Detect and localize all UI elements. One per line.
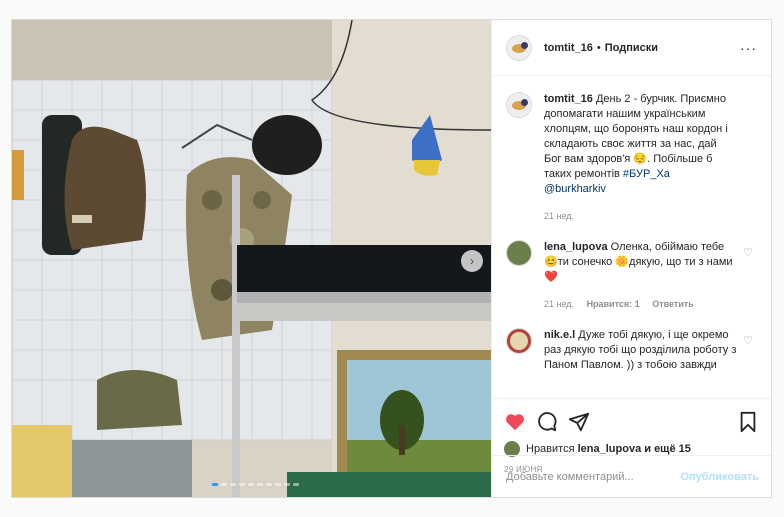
separator: • <box>596 41 601 54</box>
comment-username[interactable]: nik.e.l <box>544 329 575 341</box>
avatar[interactable] <box>506 92 532 118</box>
bird-head <box>521 99 528 106</box>
carousel-dot <box>248 483 254 486</box>
comment-input[interactable] <box>504 469 681 484</box>
likes-user[interactable]: lena_lupova <box>578 443 642 455</box>
carousel-dot <box>212 483 218 486</box>
chevron-right-icon: › <box>470 254 474 268</box>
comment-icon[interactable] <box>536 411 558 433</box>
caption: tomtit_16 День 2 - бурчик. Приємно допом… <box>506 92 757 224</box>
caption-meta: 21 нед. <box>544 209 737 224</box>
author-username[interactable]: tomtit_16 <box>544 42 593 54</box>
comment-like-icon[interactable]: ♡ <box>743 334 753 349</box>
carousel-next-button[interactable]: › <box>461 250 483 272</box>
bookmark-icon[interactable] <box>737 411 759 433</box>
carousel-dot <box>257 483 263 486</box>
carousel-dot <box>239 483 245 486</box>
post-header: tomtit_16 • Подписки ··· <box>492 20 771 76</box>
comment-time[interactable]: 21 нед. <box>544 299 574 309</box>
avatar[interactable] <box>506 328 532 354</box>
reply-button[interactable]: Ответить <box>652 299 694 309</box>
mention-link[interactable]: @burkharkiv <box>544 183 606 195</box>
post-card: › tomtit_16 • Подписки ··· tomtit_16 Ден… <box>11 19 772 498</box>
caption-username[interactable]: tomtit_16 <box>544 93 593 105</box>
caption-text: День 2 - бурчик. Приємно допомагати наши… <box>544 93 728 180</box>
post-sidebar: tomtit_16 • Подписки ··· tomtit_16 День … <box>491 20 771 497</box>
avatar[interactable] <box>506 34 532 61</box>
following-button[interactable]: Подписки <box>605 42 658 54</box>
post-photo[interactable]: › <box>12 20 491 497</box>
carousel-dot <box>266 483 272 486</box>
add-comment-bar: Опубликовать <box>492 455 771 497</box>
caption-time[interactable]: 21 нед. <box>544 211 574 221</box>
likes-prefix: Нравится <box>526 443 575 455</box>
comment-item: nik.e.l Дуже тобі дякую, і ще окремо раз… <box>506 328 757 373</box>
caption-body: tomtit_16 День 2 - бурчик. Приємно допом… <box>544 92 757 224</box>
comment-item: lena_lupova Оленка, обіймаю тебе😊ти соне… <box>506 240 757 312</box>
action-icons <box>504 407 759 437</box>
carousel-dot <box>230 483 236 486</box>
comment-like-icon[interactable]: ♡ <box>743 246 753 261</box>
publish-button[interactable]: Опубликовать <box>680 471 759 483</box>
carousel-dot <box>275 483 281 486</box>
share-icon[interactable] <box>568 411 590 433</box>
comments-list: tomtit_16 День 2 - бурчик. Приємно допом… <box>492 76 771 398</box>
bird-head <box>521 41 528 49</box>
more-icon[interactable]: ··· <box>740 40 757 56</box>
comment-username[interactable]: lena_lupova <box>544 241 608 253</box>
comment-likes[interactable]: Нравится: 1 <box>587 299 640 309</box>
carousel-indicator <box>212 483 299 486</box>
comment-body: lena_lupova Оленка, обіймаю тебе😊ти соне… <box>544 240 757 312</box>
carousel-dot <box>293 483 299 486</box>
heart-icon[interactable] <box>504 411 526 433</box>
photo-illustration <box>12 20 491 497</box>
carousel-dot <box>221 483 227 486</box>
hashtag-link[interactable]: #БУР_Ха <box>623 168 670 180</box>
comment-meta: 21 нед. Нравится: 1 Ответить <box>544 297 737 312</box>
avatar-inner <box>510 332 528 350</box>
carousel-dot <box>284 483 290 486</box>
likes-others[interactable]: и ещё 15 <box>644 443 691 455</box>
comment-body: nik.e.l Дуже тобі дякую, і ще окремо раз… <box>544 328 757 373</box>
avatar[interactable] <box>506 240 532 266</box>
